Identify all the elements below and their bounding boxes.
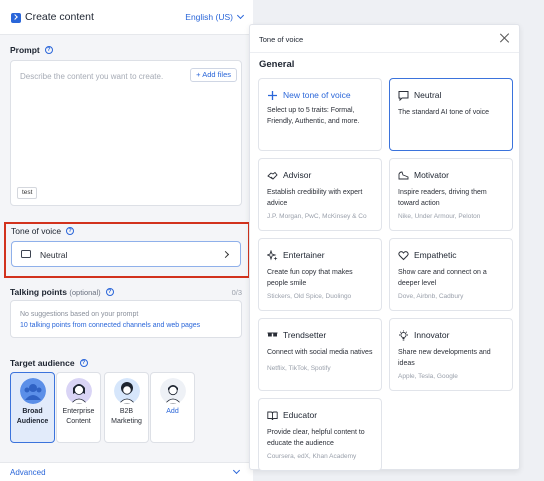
panel-header: Create content English (US) (0, 0, 253, 35)
tone-card-desc: Show care and connect on a deeper level (398, 269, 487, 287)
tone-card-title: New tone of voice (283, 90, 351, 100)
heart-icon (398, 251, 409, 261)
tone-card-new[interactable]: New tone of voice Select up to 5 traits:… (258, 78, 382, 151)
tone-label: Tone of voice? (11, 226, 75, 236)
tone-card-title: Motivator (414, 170, 449, 180)
running-shoe-icon (398, 171, 409, 180)
info-icon[interactable]: ? (44, 45, 53, 54)
tone-card-motivator[interactable]: Motivator Inspire readers, driving them … (389, 158, 513, 231)
tone-panel-title: Tone of voice (259, 35, 304, 44)
tone-card-empathetic[interactable]: Empathetic Show care and connect on a de… (389, 238, 513, 311)
talking-points-link[interactable]: 10 talking points from connected channel… (20, 322, 200, 329)
language-label: English (US) (185, 12, 233, 22)
audience-label: B2B Marketing (111, 408, 142, 425)
prompt-label: Prompt? (10, 45, 53, 55)
create-content-icon (11, 13, 21, 23)
create-content-panel: Create content English (US) Prompt? Desc… (0, 0, 253, 481)
prompt-textarea[interactable]: Describe the content you want to create.… (10, 60, 242, 206)
audience-broad-audience[interactable]: Broad Audience (10, 372, 55, 443)
glasses-icon (267, 332, 278, 337)
target-audience-label: Target audience? (10, 358, 88, 368)
audience-add[interactable]: Add (150, 372, 195, 443)
tone-card-title: Neutral (414, 90, 442, 100)
chat-bubble-icon (21, 250, 31, 258)
divider (250, 52, 519, 53)
tone-card-title: Innovator (414, 330, 450, 340)
chevron-right-icon (221, 250, 230, 259)
panel-title: Create content (25, 11, 94, 23)
language-selector[interactable]: English (US) (185, 11, 245, 22)
chevron-down-icon (236, 11, 245, 20)
tone-value: Neutral (40, 250, 68, 260)
talking-points-label-text: Talking points (10, 287, 67, 297)
tone-card-desc: Share new developments and ideas (398, 349, 491, 367)
tone-card-examples: Netflix, TikTok, Spotify (267, 365, 331, 372)
tone-card-title: Empathetic (414, 250, 457, 260)
prompt-label-text: Prompt (10, 45, 40, 55)
target-audience-label-text: Target audience (10, 358, 75, 368)
talking-points-count: 0/3 (231, 288, 242, 297)
group-avatar-icon (20, 378, 46, 404)
tone-card-innovator[interactable]: Innovator Share new developments and ide… (389, 318, 513, 391)
no-suggestions-text: No suggestions based on your prompt (20, 311, 139, 318)
tone-card-examples: Stickers, Old Spice, Duolingo (267, 293, 352, 300)
audience-label: Add (166, 408, 179, 415)
add-files-button[interactable]: + Add files (190, 68, 237, 82)
talking-points-box: No suggestions based on your prompt 10 t… (10, 300, 242, 338)
tone-card-examples: Nike, Under Armour, Peloton (398, 213, 481, 220)
tone-card-desc: Inspire readers, driving them toward act… (398, 189, 487, 207)
tone-card-desc: Establish credibility with expert advice (267, 189, 363, 207)
tone-card-desc: The standard AI tone of voice (398, 109, 490, 116)
tone-label-text: Tone of voice (11, 226, 62, 236)
person-avatar-icon (66, 378, 92, 404)
tone-of-voice-selector[interactable]: Neutral (11, 241, 241, 267)
tone-card-desc: Select up to 5 traits: Formal, Friendly,… (267, 107, 360, 125)
advanced-label: Advanced (10, 468, 46, 477)
lightbulb-icon (399, 330, 408, 341)
info-icon[interactable]: ? (105, 287, 114, 296)
add-person-icon (160, 378, 186, 404)
tone-card-examples: Apple, Tesla, Google (398, 373, 458, 380)
tone-card-entertainer[interactable]: Entertainer Create fun copy that makes p… (258, 238, 382, 311)
tone-card-desc: Connect with social media natives (267, 349, 373, 356)
section-heading-general: General (259, 59, 295, 70)
audience-enterprise-content[interactable]: Enterprise Content (56, 372, 101, 443)
talking-points-label: Talking points (optional)? (10, 287, 114, 297)
attachment-chip[interactable]: test (17, 187, 38, 199)
advanced-toggle[interactable]: Advanced (0, 462, 253, 481)
handshake-icon (267, 171, 278, 180)
audience-b2b-marketing[interactable]: B2B Marketing (104, 372, 149, 443)
plus-icon (268, 91, 277, 100)
tone-card-examples: J.P. Morgan, PwC, McKinsey & Co (267, 213, 367, 220)
info-icon[interactable]: ? (79, 358, 88, 367)
tone-of-voice-panel: Tone of voice General New tone of voice … (249, 24, 520, 471)
tone-card-examples: Coursera, edX, Khan Academy (267, 453, 357, 460)
tone-card-title: Advisor (283, 170, 312, 180)
audience-label: Broad Audience (16, 408, 49, 425)
sparkle-icon (267, 250, 278, 261)
tone-card-advisor[interactable]: Advisor Establish credibility with exper… (258, 158, 382, 231)
tone-card-examples: Dove, Airbnb, Cadbury (398, 293, 464, 300)
book-icon (267, 411, 278, 421)
chevron-down-icon (232, 466, 241, 475)
tone-card-title: Entertainer (283, 250, 325, 260)
chat-bubble-icon (398, 91, 409, 101)
tone-card-title: Trendsetter (283, 330, 327, 340)
tone-card-trendsetter[interactable]: Trendsetter Connect with social media na… (258, 318, 382, 391)
audience-label: Enterprise Content (62, 408, 95, 425)
tone-card-desc: Provide clear, helpful content to educat… (267, 429, 365, 447)
tone-card-desc: Create fun copy that makes people smile (267, 269, 353, 287)
tone-card-neutral[interactable]: Neutral The standard AI tone of voice (389, 78, 513, 151)
info-icon[interactable]: ? (66, 226, 75, 235)
tone-card-title: Educator (283, 410, 318, 420)
optional-tag: (optional) (69, 288, 101, 297)
tone-card-educator[interactable]: Educator Provide clear, helpful content … (258, 398, 382, 471)
close-icon[interactable] (500, 33, 510, 43)
person-avatar-icon (114, 378, 140, 404)
prompt-placeholder: Describe the content you want to create. (20, 72, 164, 81)
